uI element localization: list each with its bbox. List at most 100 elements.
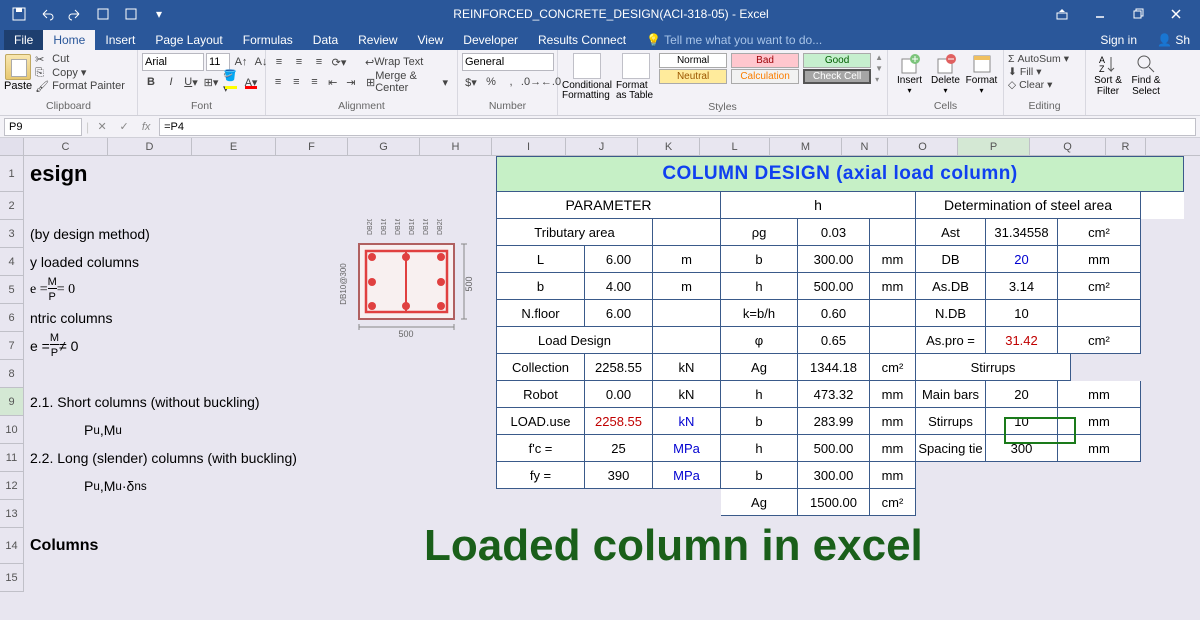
font-color-button[interactable]: A▾	[242, 73, 260, 91]
cut-button[interactable]: ✂Cut	[35, 53, 125, 65]
table-cell-9-0[interactable]: fy =	[496, 462, 585, 489]
increase-decimal-button[interactable]: .0→	[522, 73, 540, 91]
tab-home[interactable]: Home	[43, 30, 95, 50]
tell-me-search[interactable]: 💡 Tell me what you want to do...	[636, 30, 832, 50]
table-cell-4-4[interactable]	[870, 327, 916, 354]
table-cell-10-4[interactable]: 1500.00	[798, 489, 870, 516]
table-cell-0-0[interactable]: Tributary area	[496, 219, 653, 246]
increase-indent-button[interactable]: ⇥	[343, 73, 359, 91]
table-cell-1-0[interactable]: L	[496, 246, 585, 273]
share-button[interactable]: 👤 Sh	[1147, 30, 1200, 50]
table-title[interactable]: COLUMN DESIGN (axial load column)	[496, 156, 1184, 192]
col-header-G[interactable]: G	[348, 138, 420, 155]
format-cells-button[interactable]: Format▾	[964, 53, 999, 95]
cell-r12[interactable]: Pu,Mu·δns	[24, 472, 494, 500]
table-cell-1-3[interactable]: b	[721, 246, 798, 273]
restore-button[interactable]	[1120, 2, 1156, 26]
italic-button[interactable]: I	[162, 73, 180, 91]
row-header-5[interactable]: 5	[0, 276, 24, 304]
table-cell-10-1[interactable]	[585, 489, 653, 516]
row-header-3[interactable]: 3	[0, 220, 24, 248]
table-cell-7-7[interactable]: 10	[986, 408, 1058, 435]
col-header-J[interactable]: J	[566, 138, 638, 155]
tab-page-layout[interactable]: Page Layout	[145, 30, 232, 50]
qat-custom-2[interactable]	[118, 2, 144, 26]
col-header-O[interactable]: O	[888, 138, 958, 155]
table-cell-4-2[interactable]: φ	[721, 327, 798, 354]
table-cell-6-7[interactable]: 20	[986, 381, 1058, 408]
table-cell-9-7[interactable]	[986, 462, 1058, 489]
styles-scroll-up[interactable]: ▲	[875, 53, 883, 62]
row-header-9[interactable]: 9	[0, 388, 24, 416]
delete-cells-button[interactable]: Delete▾	[928, 53, 963, 95]
col-header-N[interactable]: N	[842, 138, 888, 155]
table-cell-6-4[interactable]: 473.32	[798, 381, 870, 408]
align-bottom-button[interactable]: ≡	[310, 53, 328, 71]
row-header-4[interactable]: 4	[0, 248, 24, 276]
table-cell-5-7[interactable]	[1071, 354, 1154, 381]
table-cell-3-5[interactable]	[870, 300, 916, 327]
cancel-formula-button[interactable]: ✕	[93, 120, 111, 133]
table-cell-5-0[interactable]: Collection	[496, 354, 585, 381]
table-cell-6-8[interactable]: mm	[1058, 381, 1141, 408]
table-cell-9-2[interactable]: MPa	[653, 462, 721, 489]
fx-button[interactable]: fx	[137, 121, 155, 133]
table-cell-7-0[interactable]: LOAD.use	[496, 408, 585, 435]
table-cell-5-3[interactable]: Ag	[721, 354, 798, 381]
table-cell-7-4[interactable]: 283.99	[798, 408, 870, 435]
format-painter-button[interactable]: 🖌Format Painter	[35, 80, 125, 92]
cell-title[interactable]: esign	[24, 156, 494, 192]
align-right-button[interactable]: ≡	[306, 73, 322, 91]
col-header-P[interactable]: P	[958, 138, 1030, 155]
table-cell-7-3[interactable]: b	[721, 408, 798, 435]
col-header-M[interactable]: M	[770, 138, 842, 155]
table-cell-2-8[interactable]: cm²	[1058, 273, 1141, 300]
tab-insert[interactable]: Insert	[95, 30, 145, 50]
table-cell-4-0[interactable]: Load Design	[496, 327, 653, 354]
font-name-combo[interactable]: Arial	[142, 53, 204, 71]
table-cell-10-2[interactable]	[653, 489, 721, 516]
conditional-formatting-button[interactable]: Conditional Formatting	[562, 53, 612, 101]
tab-file[interactable]: File	[4, 30, 43, 50]
style-check-cell[interactable]: Check Cell	[803, 69, 871, 84]
table-cell-6-5[interactable]: mm	[870, 381, 916, 408]
row-header-7[interactable]: 7	[0, 332, 24, 360]
cell-r10[interactable]: Pu,Mu	[24, 416, 494, 444]
merge-center-button[interactable]: ⊞Merge & Center ▾	[361, 73, 453, 91]
formula-input[interactable]: =P4	[159, 118, 1196, 136]
table-cell-8-4[interactable]: 500.00	[798, 435, 870, 462]
table-cell-2-3[interactable]: h	[721, 273, 798, 300]
align-center-button[interactable]: ≡	[288, 73, 304, 91]
hdr-parameter[interactable]: PARAMETER	[496, 192, 721, 219]
table-cell-8-3[interactable]: h	[721, 435, 798, 462]
styles-scroll-down[interactable]: ▼	[875, 64, 883, 73]
underline-button[interactable]: U ▾	[182, 73, 200, 91]
row-header-15[interactable]: 15	[0, 564, 24, 592]
col-header-E[interactable]: E	[192, 138, 276, 155]
row-header-2[interactable]: 2	[0, 192, 24, 220]
row-header-6[interactable]: 6	[0, 304, 24, 332]
table-cell-9-5[interactable]: mm	[870, 462, 916, 489]
table-cell-7-1[interactable]: 2258.55	[585, 408, 653, 435]
table-cell-2-0[interactable]: b	[496, 273, 585, 300]
wrap-text-button[interactable]: ↩Wrap Text	[360, 53, 428, 71]
table-cell-1-7[interactable]: 20	[986, 246, 1058, 273]
table-cell-6-0[interactable]: Robot	[496, 381, 585, 408]
table-cell-1-1[interactable]: 6.00	[585, 246, 653, 273]
tab-data[interactable]: Data	[303, 30, 348, 50]
table-cell-9-1[interactable]: 390	[585, 462, 653, 489]
tab-developer[interactable]: Developer	[453, 30, 528, 50]
table-cell-9-8[interactable]	[1058, 462, 1141, 489]
table-cell-8-1[interactable]: 25	[585, 435, 653, 462]
table-cell-4-1[interactable]	[653, 327, 721, 354]
align-left-button[interactable]: ≡	[270, 73, 286, 91]
table-cell-10-8[interactable]	[1058, 489, 1141, 516]
row-header-14[interactable]: 14	[0, 528, 24, 564]
col-header-H[interactable]: H	[420, 138, 492, 155]
table-cell-6-3[interactable]: h	[721, 381, 798, 408]
table-cell-4-5[interactable]: As.pro =	[916, 327, 986, 354]
row-header-1[interactable]: 1	[0, 156, 24, 192]
table-cell-2-2[interactable]: m	[653, 273, 721, 300]
table-cell-3-0[interactable]: N.floor	[496, 300, 585, 327]
cell-r11[interactable]: 2.2. Long (slender) columns (with buckli…	[24, 444, 494, 472]
